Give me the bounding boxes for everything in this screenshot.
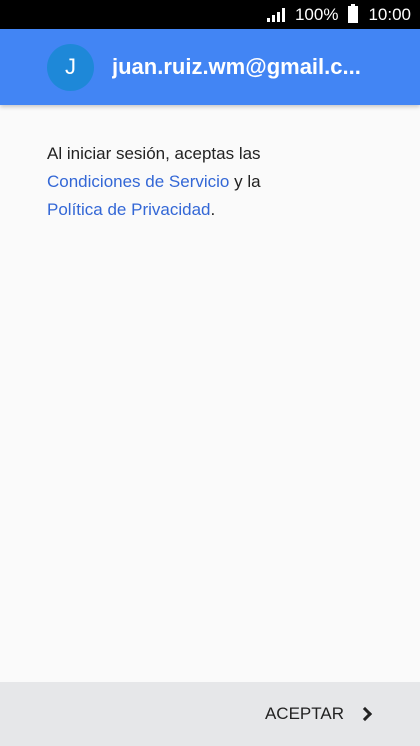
avatar: J bbox=[47, 43, 94, 91]
signal-icon bbox=[266, 7, 285, 22]
terms-connector: y la bbox=[229, 172, 261, 191]
terms-of-service-link[interactable]: Condiciones de Servicio bbox=[47, 172, 229, 191]
accept-button[interactable]: ACEPTAR bbox=[265, 704, 374, 724]
terms-period: . bbox=[210, 200, 216, 219]
privacy-policy-link[interactable]: Política de Privacidad bbox=[47, 200, 210, 219]
terms-text: Al iniciar sesión, aceptas las Condicion… bbox=[47, 140, 387, 224]
accept-label: ACEPTAR bbox=[264, 704, 344, 723]
account-email: juan.ruiz.wm@gmail.c... bbox=[112, 54, 361, 79]
status-time: 10:00 bbox=[368, 4, 411, 24]
chevron-right-icon bbox=[357, 706, 373, 722]
account-header: J juan.ruiz.wm@gmail.c... bbox=[0, 29, 420, 105]
terms-intro: Al iniciar sesión, aceptas las bbox=[47, 144, 261, 163]
status-bar: 100% 10:00 bbox=[0, 0, 420, 29]
footer-bar: ACEPTAR bbox=[0, 682, 420, 746]
battery-icon bbox=[348, 4, 359, 23]
battery-percent: 100% bbox=[294, 4, 339, 24]
